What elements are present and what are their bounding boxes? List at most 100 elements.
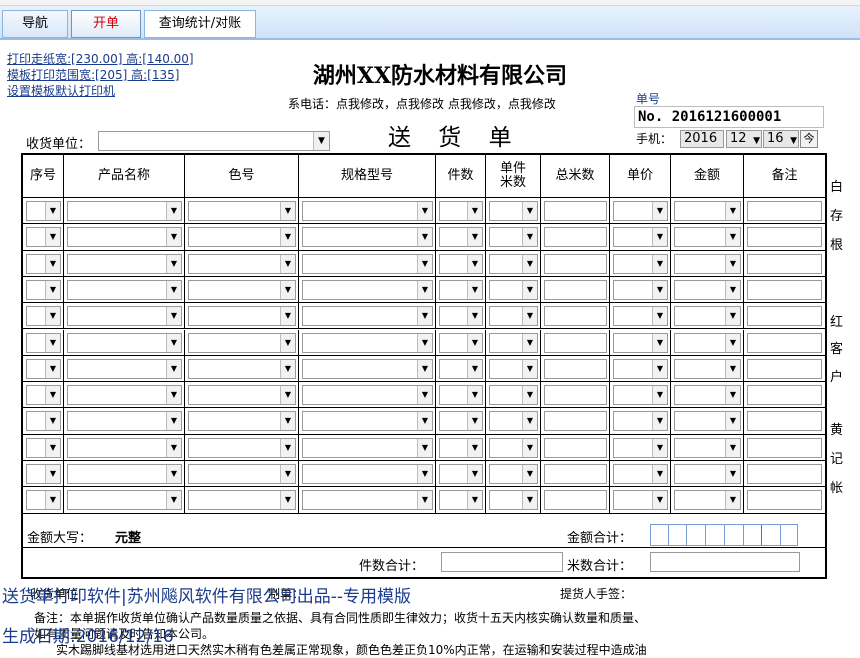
- chevron-down-icon[interactable]: ▼: [417, 438, 432, 457]
- chevron-down-icon[interactable]: ▼: [522, 465, 537, 483]
- chevron-down-icon[interactable]: ▼: [417, 386, 432, 405]
- spec-select[interactable]: ▼: [302, 201, 433, 221]
- seq-select[interactable]: ▼: [26, 411, 61, 432]
- unit-price-select[interactable]: ▼: [613, 437, 668, 458]
- chevron-down-icon[interactable]: ▼: [417, 359, 432, 378]
- chevron-down-icon[interactable]: ▼: [725, 465, 740, 483]
- product-name-select[interactable]: ▼: [67, 464, 182, 484]
- chevron-down-icon[interactable]: ▼: [280, 491, 295, 510]
- chevron-down-icon[interactable]: ▼: [652, 412, 667, 431]
- chevron-down-icon[interactable]: ▼: [166, 491, 181, 510]
- chevron-down-icon[interactable]: ▼: [45, 465, 60, 483]
- spec-select[interactable]: ▼: [302, 306, 433, 327]
- chevron-down-icon[interactable]: ▼: [467, 333, 482, 352]
- chevron-down-icon[interactable]: ▼: [166, 202, 181, 220]
- product-name-select[interactable]: ▼: [67, 411, 182, 432]
- spec-select[interactable]: ▼: [302, 227, 433, 248]
- seq-select[interactable]: ▼: [26, 464, 61, 484]
- chevron-down-icon[interactable]: ▼: [166, 280, 181, 299]
- product-name-select[interactable]: ▼: [67, 306, 182, 327]
- chevron-down-icon[interactable]: ▼: [45, 412, 60, 431]
- chevron-down-icon[interactable]: ▼: [522, 280, 537, 299]
- chevron-down-icon[interactable]: ▼: [522, 359, 537, 378]
- chevron-down-icon[interactable]: ▼: [45, 202, 60, 220]
- spec-select[interactable]: ▼: [302, 437, 433, 458]
- count-select[interactable]: ▼: [439, 227, 483, 248]
- chevron-down-icon[interactable]: ▼: [725, 202, 740, 220]
- color-no-select[interactable]: ▼: [188, 279, 296, 300]
- seq-select[interactable]: ▼: [26, 332, 61, 353]
- count-select[interactable]: ▼: [439, 253, 483, 274]
- chevron-down-icon[interactable]: ▼: [166, 386, 181, 405]
- chevron-down-icon[interactable]: ▼: [280, 228, 295, 247]
- amount-select[interactable]: ▼: [674, 227, 741, 248]
- chevron-down-icon[interactable]: ▼: [652, 333, 667, 352]
- chevron-down-icon[interactable]: ▼: [45, 307, 60, 326]
- chevron-down-icon[interactable]: ▼: [166, 465, 181, 483]
- remark-input[interactable]: [747, 279, 822, 300]
- chevron-down-icon[interactable]: ▼: [280, 465, 295, 483]
- unit-price-select[interactable]: ▼: [613, 358, 668, 379]
- spec-select[interactable]: ▼: [302, 490, 433, 511]
- total-meter-input[interactable]: [544, 385, 607, 406]
- color-no-select[interactable]: ▼: [188, 332, 296, 353]
- unit-price-select[interactable]: ▼: [613, 490, 668, 511]
- chevron-down-icon[interactable]: ▼: [725, 359, 740, 378]
- chevron-down-icon[interactable]: ▼: [280, 438, 295, 457]
- chevron-down-icon[interactable]: ▼: [652, 307, 667, 326]
- today-button[interactable]: 今: [800, 130, 818, 148]
- chevron-down-icon[interactable]: ▼: [467, 438, 482, 457]
- unit-meter-select[interactable]: ▼: [489, 464, 538, 484]
- unit-meter-select[interactable]: ▼: [489, 490, 538, 511]
- chevron-down-icon[interactable]: ▼: [522, 412, 537, 431]
- color-no-select[interactable]: ▼: [188, 464, 296, 484]
- chevron-down-icon[interactable]: ▼: [45, 333, 60, 352]
- chevron-down-icon[interactable]: ▼: [467, 228, 482, 247]
- total-meter-input[interactable]: [544, 201, 607, 221]
- chevron-down-icon[interactable]: ▼: [166, 333, 181, 352]
- spec-select[interactable]: ▼: [302, 332, 433, 353]
- count-select[interactable]: ▼: [439, 411, 483, 432]
- remark-input[interactable]: [747, 385, 822, 406]
- spec-select[interactable]: ▼: [302, 385, 433, 406]
- unit-meter-select[interactable]: ▼: [489, 306, 538, 327]
- remark-input[interactable]: [747, 490, 822, 511]
- chevron-down-icon[interactable]: ▼: [522, 491, 537, 510]
- color-no-select[interactable]: ▼: [188, 227, 296, 248]
- unit-meter-select[interactable]: ▼: [489, 279, 538, 300]
- chevron-down-icon[interactable]: ▼: [417, 228, 432, 247]
- seq-select[interactable]: ▼: [26, 437, 61, 458]
- count-select[interactable]: ▼: [439, 464, 483, 484]
- product-name-select[interactable]: ▼: [67, 279, 182, 300]
- chevron-down-icon[interactable]: ▼: [467, 202, 482, 220]
- chevron-down-icon[interactable]: ▼: [166, 412, 181, 431]
- chevron-down-icon[interactable]: ▼: [725, 228, 740, 247]
- chevron-down-icon[interactable]: ▼: [522, 386, 537, 405]
- date-day-select[interactable]: 16 ▼: [763, 130, 799, 148]
- unit-price-select[interactable]: ▼: [613, 385, 668, 406]
- amount-select[interactable]: ▼: [674, 306, 741, 327]
- chevron-down-icon[interactable]: ▼: [652, 438, 667, 457]
- color-no-select[interactable]: ▼: [188, 306, 296, 327]
- chevron-down-icon[interactable]: ▼: [45, 228, 60, 247]
- chevron-down-icon[interactable]: ▼: [652, 254, 667, 273]
- print-paper-size-link[interactable]: 打印走纸宽:[230.00] 高:[140.00]: [7, 51, 194, 67]
- chevron-down-icon[interactable]: ▼: [725, 412, 740, 431]
- chevron-down-icon[interactable]: ▼: [166, 254, 181, 273]
- chevron-down-icon[interactable]: ▼: [467, 359, 482, 378]
- chevron-down-icon[interactable]: ▼: [45, 254, 60, 273]
- unit-meter-select[interactable]: ▼: [489, 385, 538, 406]
- chevron-down-icon[interactable]: ▼: [417, 333, 432, 352]
- remark-input[interactable]: [747, 411, 822, 432]
- chevron-down-icon[interactable]: ▼: [45, 280, 60, 299]
- chevron-down-icon[interactable]: ▼: [166, 438, 181, 457]
- chevron-down-icon[interactable]: ▼: [166, 359, 181, 378]
- chevron-down-icon[interactable]: ▼: [725, 254, 740, 273]
- amount-select[interactable]: ▼: [674, 332, 741, 353]
- chevron-down-icon[interactable]: ▼: [522, 254, 537, 273]
- unit-price-select[interactable]: ▼: [613, 306, 668, 327]
- product-name-select[interactable]: ▼: [67, 227, 182, 248]
- chevron-down-icon[interactable]: ▼: [725, 491, 740, 510]
- count-select[interactable]: ▼: [439, 306, 483, 327]
- seq-select[interactable]: ▼: [26, 227, 61, 248]
